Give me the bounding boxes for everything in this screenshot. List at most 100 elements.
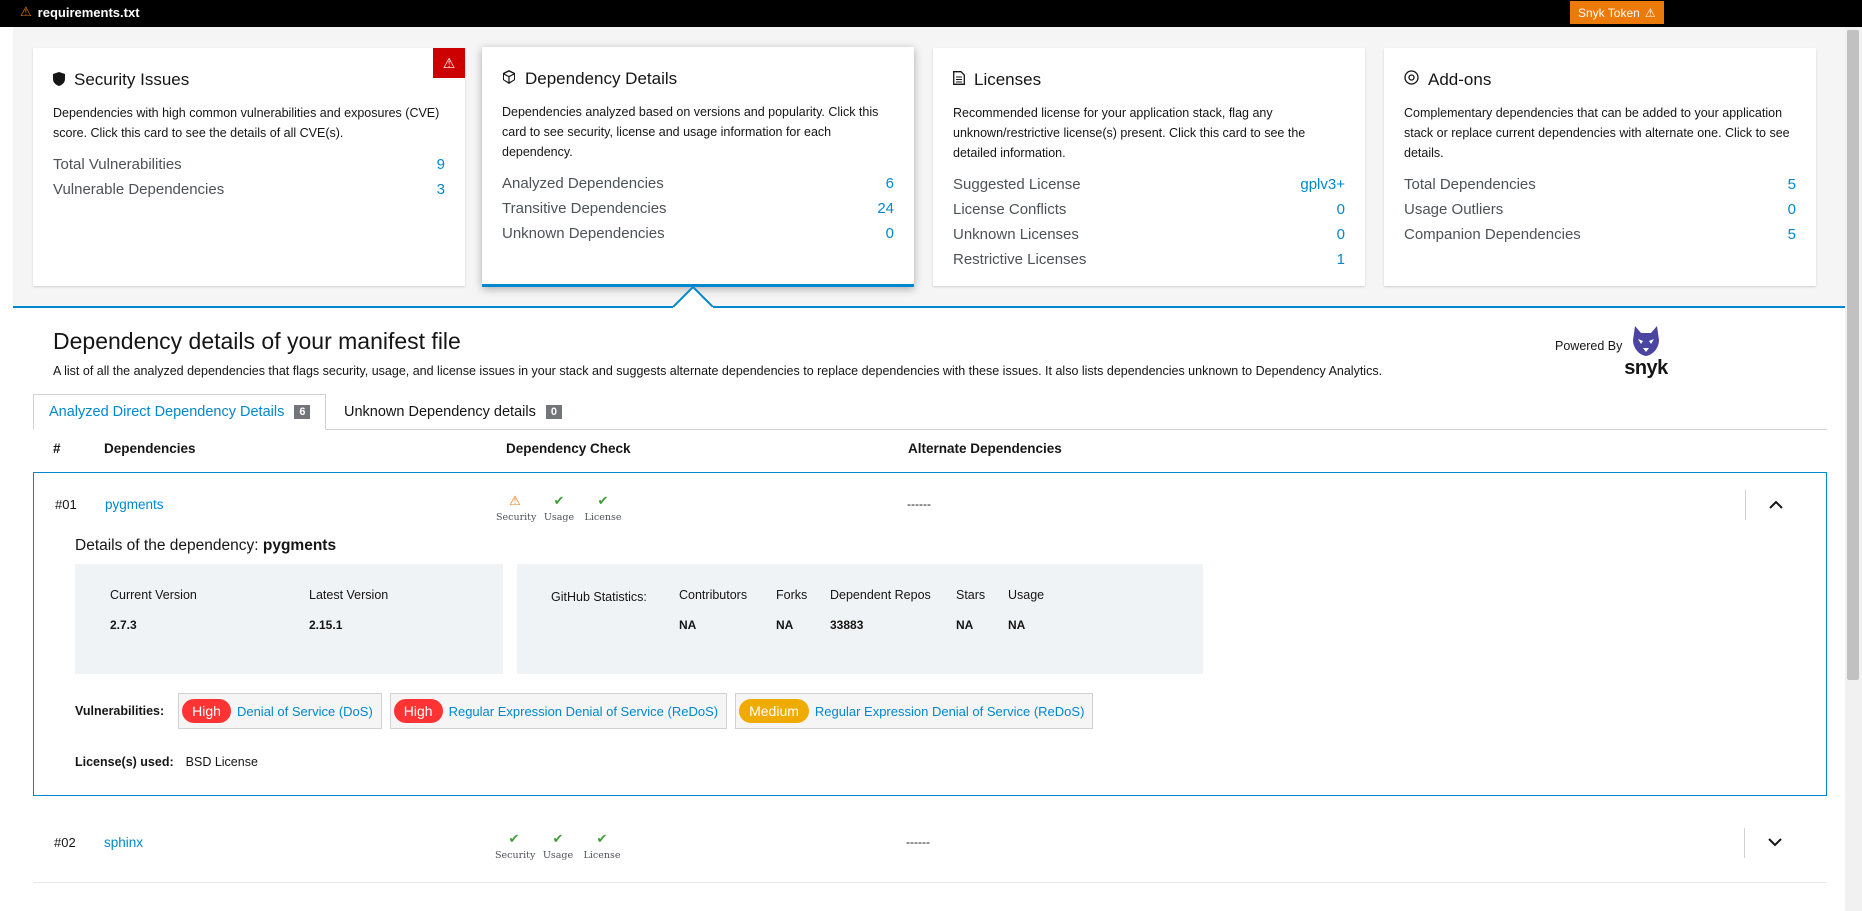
active-card-divider xyxy=(13,306,1845,308)
github-stats-panel: GitHub Statistics: Contributors NA Forks… xyxy=(517,564,1203,674)
cube-icon xyxy=(502,69,516,89)
row-number: #02 xyxy=(54,835,76,850)
github-stat-value: NA xyxy=(1008,618,1026,632)
snyk-token-label: Snyk Token xyxy=(1578,5,1640,20)
expand-toggle[interactable] xyxy=(1744,828,1804,858)
card-description: Complementary dependencies that can be a… xyxy=(1404,106,1790,160)
vulnerability-link[interactable]: Regular Expression Denial of Service (Re… xyxy=(815,704,1085,719)
snyk-token-button[interactable]: Snyk Token ⚠ xyxy=(1570,1,1664,24)
table-row[interactable]: #01 pygments ⚠ Security ✔ Usage ✔ Licens… xyxy=(33,472,1827,796)
github-stat-label: Dependent Repos xyxy=(830,588,931,602)
card-row: Vulnerable Dependencies 3 xyxy=(53,181,445,198)
snyk-logo-text: snyk xyxy=(1624,357,1668,379)
scrollbar-thumb[interactable] xyxy=(1847,30,1859,680)
github-stat-value: NA xyxy=(776,618,794,632)
version-info-panel: Current Version 2.7.3 Latest Version 2.1… xyxy=(75,564,503,674)
license-info: License(s) used: BSD License xyxy=(75,755,258,769)
check-circle-icon: ✔ xyxy=(553,494,565,509)
manifest-file-title: ⚠ requirements.txt xyxy=(20,4,140,20)
column-header-alternate: Alternate Dependencies xyxy=(908,441,1062,456)
dependency-name-link[interactable]: pygments xyxy=(105,497,164,512)
card-description: Recommended license for your application… xyxy=(953,106,1306,160)
security-check: ⚠ Security xyxy=(496,494,537,523)
licenses-card[interactable]: Licenses Recommended license for your ap… xyxy=(933,48,1365,286)
active-card-pointer xyxy=(673,286,713,308)
chevron-up-icon xyxy=(1768,496,1783,514)
shield-icon xyxy=(53,71,65,89)
warning-icon: ⚠ xyxy=(509,494,521,509)
alternate-dependency: ------ xyxy=(907,497,931,511)
vulnerabilities-label: Vulnerabilities: xyxy=(75,704,165,718)
top-bar: ⚠ requirements.txt Snyk Token ⚠ xyxy=(0,0,1862,27)
severity-badge: Medium xyxy=(739,699,809,723)
vulnerability-chip: High Denial of Service (DoS) xyxy=(178,693,382,729)
dependency-checks: ✔ Security ✔ Usage ✔ License xyxy=(495,832,621,861)
github-stats-label: GitHub Statistics: xyxy=(551,590,647,604)
check-circle-icon: ✔ xyxy=(508,832,520,847)
vulnerability-link[interactable]: Regular Expression Denial of Service (Re… xyxy=(449,704,719,719)
vulnerability-chip: High Regular Expression Denial of Servic… xyxy=(389,693,728,729)
card-row: Transitive Dependencies 24 xyxy=(502,200,894,217)
addons-card[interactable]: Add-ons Complementary dependencies that … xyxy=(1384,48,1816,286)
github-stat-value: NA xyxy=(679,618,697,632)
security-issues-card[interactable]: ⚠ Security Issues Dependencies with high… xyxy=(33,48,465,286)
card-row: Analyzed Dependencies 6 xyxy=(502,175,894,192)
severity-badge: High xyxy=(393,699,443,723)
column-header-dependency-check: Dependency Check xyxy=(506,441,631,456)
security-check: ✔ Security xyxy=(495,832,536,861)
dependency-name-link[interactable]: sphinx xyxy=(104,835,143,850)
card-row: Usage Outliers 0 xyxy=(1404,201,1796,218)
card-row: Suggested License gplv3+ xyxy=(953,176,1345,193)
page-description: A list of all the analyzed dependencies … xyxy=(53,364,1383,378)
card-title: Security Issues xyxy=(53,70,445,90)
current-version-value: 2.7.3 xyxy=(110,618,137,632)
card-row: Total Vulnerabilities 9 xyxy=(53,156,445,173)
usage-check: ✔ Usage xyxy=(539,832,577,861)
license-check: ✔ License xyxy=(584,494,622,523)
tab-unknown[interactable]: Unknown Dependency details 0 xyxy=(329,394,577,430)
vulnerability-chip: Medium Regular Expression Denial of Serv… xyxy=(735,693,1094,729)
severity-badge: High xyxy=(182,699,231,723)
dependency-details-title: Details of the dependency: pygments xyxy=(75,537,337,554)
github-stat-label: Forks xyxy=(776,588,808,602)
card-row: Unknown Licenses 0 xyxy=(953,226,1345,243)
tab-analyzed-direct[interactable]: Analyzed Direct Dependency Details 6 xyxy=(33,394,327,430)
row-number: #01 xyxy=(55,497,77,512)
chevron-down-icon xyxy=(1767,834,1782,852)
card-row: License Conflicts 0 xyxy=(953,201,1345,218)
card-title: Licenses xyxy=(953,70,1345,90)
card-title: Dependency Details xyxy=(502,69,894,89)
card-title: Add-ons xyxy=(1404,70,1796,90)
latest-version-value: 2.15.1 xyxy=(309,618,343,632)
dependency-checks: ⚠ Security ✔ Usage ✔ License xyxy=(496,494,622,523)
manifest-file-name: requirements.txt xyxy=(37,4,140,20)
check-circle-icon: ✔ xyxy=(596,832,608,847)
vulnerability-link[interactable]: Denial of Service (DoS) xyxy=(237,704,373,719)
collapse-toggle[interactable] xyxy=(1745,490,1805,520)
dependency-details-card[interactable]: Dependency Details Dependencies analyzed… xyxy=(482,47,914,287)
tab-count-badge: 6 xyxy=(294,405,311,419)
snyk-logo: snyk xyxy=(1620,326,1672,379)
github-stat-label: Stars xyxy=(956,588,986,602)
column-header-number: # xyxy=(53,441,61,456)
github-stat-value: 33883 xyxy=(830,618,864,632)
card-row: Total Dependencies 5 xyxy=(1404,176,1796,193)
card-description: Dependencies analyzed based on versions … xyxy=(502,105,879,159)
puzzle-icon xyxy=(1404,70,1419,90)
alternate-dependency: ------ xyxy=(906,835,930,849)
license-check: ✔ License xyxy=(583,832,621,861)
alert-icon: ⚠ xyxy=(433,48,465,78)
table-row[interactable]: #02 sphinx ✔ Security ✔ Usage ✔ License … xyxy=(33,811,1827,883)
document-icon xyxy=(953,70,965,90)
vulnerabilities-list: Vulnerabilities: High Denial of Service … xyxy=(75,693,1094,729)
usage-check: ✔ Usage xyxy=(540,494,578,523)
card-row: Unknown Dependencies 0 xyxy=(502,225,894,242)
column-header-dependencies: Dependencies xyxy=(104,441,196,456)
warning-icon: ⚠ xyxy=(1644,5,1656,20)
snyk-dog-icon xyxy=(1633,326,1659,356)
warning-icon: ⚠ xyxy=(20,4,32,19)
card-row: Restrictive Licenses 1 xyxy=(953,251,1345,268)
page-title: Dependency details of your manifest file xyxy=(53,328,461,354)
latest-version-label: Latest Version xyxy=(309,588,389,602)
check-circle-icon: ✔ xyxy=(552,832,564,847)
